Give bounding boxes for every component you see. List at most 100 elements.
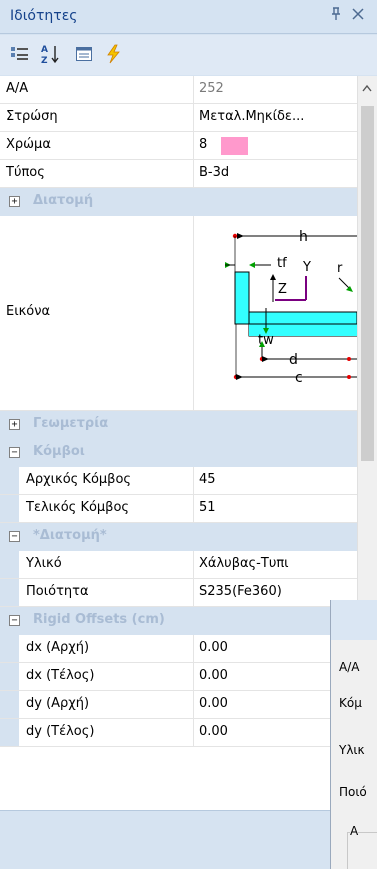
category-geometry[interactable]: + Γεωμετρία — [0, 411, 357, 439]
property-pages-icon[interactable] — [72, 42, 96, 66]
column-divider — [193, 719, 194, 746]
property-label: dy (Τέλος) — [26, 724, 95, 739]
property-row-color[interactable]: Χρώμα 8 — [0, 132, 357, 160]
close-icon[interactable] — [352, 5, 364, 24]
property-row-start-node[interactable]: Αρχικός Κόμβος 45 — [0, 467, 357, 495]
property-label: Εικόνα — [6, 304, 51, 319]
column-divider — [193, 104, 194, 131]
property-row-type[interactable]: Τύπος B-3d — [0, 160, 357, 188]
row-indent — [0, 691, 19, 718]
column-divider — [193, 216, 194, 410]
column-divider — [193, 132, 194, 159]
label-r: r — [337, 261, 343, 276]
svg-text:Z: Z — [41, 56, 48, 65]
label-h: h — [299, 229, 308, 245]
row-indent — [0, 551, 19, 578]
row-indent — [0, 579, 19, 606]
scroll-up-icon[interactable] — [362, 82, 372, 95]
column-divider — [193, 495, 194, 522]
dialog-label-node: Κόμ — [339, 696, 362, 710]
dialog-label-quality: Ποιό — [339, 785, 367, 799]
property-value[interactable]: 0.00 — [199, 724, 228, 739]
collapse-icon[interactable]: − — [9, 615, 20, 626]
panel-title: Ιδιότητες — [10, 8, 78, 24]
overlapping-dialog: Α/Α Κόμ Υλικ Ποιό Α — [330, 600, 377, 869]
section-diagram: h tf Y Z r tw d c — [225, 229, 357, 386]
categorized-icon[interactable] — [8, 42, 32, 66]
dialog-group-label: Α — [350, 824, 359, 838]
property-value: 252 — [199, 81, 224, 96]
property-grid: Α/Α 252 Στρώση Μεταλ.Μηκίδε... Χρώμα 8 Τ… — [0, 76, 357, 810]
property-row-dy-end[interactable]: dy (Τέλος) 0.00 — [0, 719, 357, 747]
dialog-group-box: Α — [347, 824, 377, 869]
property-label: dx (Τέλος) — [26, 668, 95, 683]
property-value[interactable]: Χάλυβας-Τυπι — [199, 556, 289, 571]
category-title: Κόμβοι — [33, 444, 85, 459]
property-value[interactable]: 45 — [199, 472, 216, 487]
column-divider — [193, 579, 194, 606]
collapse-icon[interactable]: − — [9, 447, 20, 458]
property-value[interactable]: 51 — [199, 500, 216, 515]
property-value[interactable]: 0.00 — [199, 696, 228, 711]
label-c: c — [295, 370, 303, 386]
property-label: Ποιότητα — [26, 584, 89, 599]
properties-title-bar: Ιδιότητες — [0, 0, 377, 34]
svg-text:A: A — [41, 45, 48, 55]
scroll-thumb[interactable] — [361, 106, 374, 461]
category-rigid-offsets[interactable]: − Rigid Offsets (cm) — [0, 607, 357, 635]
property-label: Στρώση — [6, 109, 58, 124]
label-y: Y — [302, 260, 311, 275]
property-row-aa[interactable]: Α/Α 252 — [0, 76, 357, 104]
property-value[interactable]: Μεταλ.Μηκίδε... — [199, 109, 304, 124]
property-row-layer[interactable]: Στρώση Μεταλ.Μηκίδε... — [0, 104, 357, 132]
column-divider — [193, 551, 194, 578]
column-divider — [193, 663, 194, 690]
category-title: Διατομή — [33, 193, 94, 208]
property-label: Τύπος — [6, 165, 45, 180]
category-title: Rigid Offsets (cm) — [33, 612, 165, 627]
category-section[interactable]: + Διατομή — [0, 188, 357, 216]
property-row-dx-start[interactable]: dx (Αρχή) 0.00 — [0, 635, 357, 663]
column-divider — [193, 635, 194, 662]
label-d: d — [289, 352, 298, 368]
description-pane — [0, 810, 330, 869]
property-row-end-node[interactable]: Τελικός Κόμβος 51 — [0, 495, 357, 523]
property-value[interactable]: 8 — [199, 137, 207, 152]
row-indent — [0, 467, 19, 494]
row-indent — [0, 495, 19, 522]
label-z: Z — [278, 282, 287, 297]
column-divider — [193, 691, 194, 718]
dialog-caption — [331, 600, 377, 640]
property-row-material[interactable]: Υλικό Χάλυβας-Τυπι — [0, 551, 357, 579]
dialog-label-aa: Α/Α — [339, 660, 360, 674]
pin-icon[interactable] — [330, 7, 342, 25]
property-value[interactable]: 0.00 — [199, 640, 228, 655]
sort-az-icon[interactable]: A Z — [39, 42, 63, 66]
property-row-dy-start[interactable]: dy (Αρχή) 0.00 — [0, 691, 357, 719]
property-value[interactable]: B-3d — [199, 165, 229, 180]
column-divider — [193, 160, 194, 187]
property-row-dx-end[interactable]: dx (Τέλος) 0.00 — [0, 663, 357, 691]
column-divider — [193, 467, 194, 494]
properties-toolbar: A Z — [0, 35, 377, 75]
label-tf: tf — [277, 256, 287, 271]
collapse-icon[interactable]: − — [9, 531, 20, 542]
property-value[interactable]: 0.00 — [199, 668, 228, 683]
row-indent — [0, 719, 19, 746]
property-label: dy (Αρχή) — [26, 696, 90, 711]
category-title: *Διατομή* — [33, 528, 107, 543]
category-nodes[interactable]: − Κόμβοι — [0, 439, 357, 467]
expand-icon[interactable]: + — [9, 196, 20, 207]
property-label: Τελικός Κόμβος — [26, 500, 130, 515]
color-swatch[interactable] — [221, 137, 248, 155]
events-icon[interactable] — [101, 42, 125, 66]
property-row-quality[interactable]: Ποιότητα S235(Fe360) — [0, 579, 357, 607]
expand-icon[interactable]: + — [9, 419, 20, 430]
category-section-detail[interactable]: − *Διατομή* — [0, 523, 357, 551]
property-label: dx (Αρχή) — [26, 640, 90, 655]
property-label: Υλικό — [26, 556, 62, 571]
property-label: Χρώμα — [6, 137, 51, 152]
row-indent — [0, 635, 19, 662]
property-row-image[interactable]: Εικόνα h tf Y Z r tw d c — [0, 216, 357, 411]
property-value[interactable]: S235(Fe360) — [199, 584, 282, 599]
